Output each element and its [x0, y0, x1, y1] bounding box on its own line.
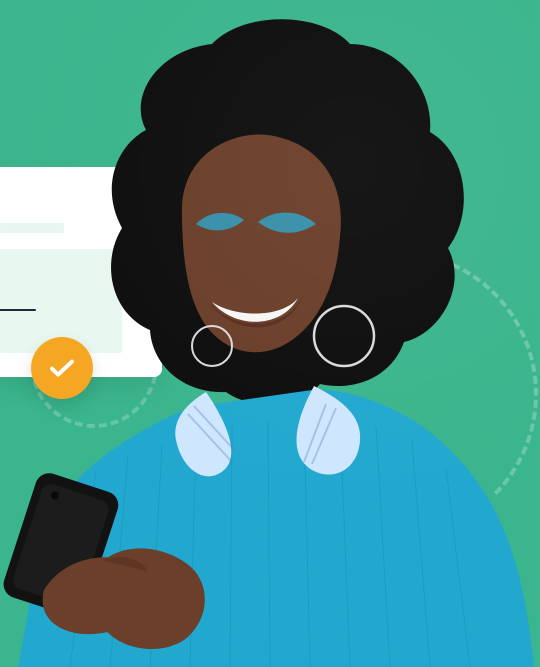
- person-illustration: [0, 0, 540, 667]
- hero-illustration: [0, 0, 540, 667]
